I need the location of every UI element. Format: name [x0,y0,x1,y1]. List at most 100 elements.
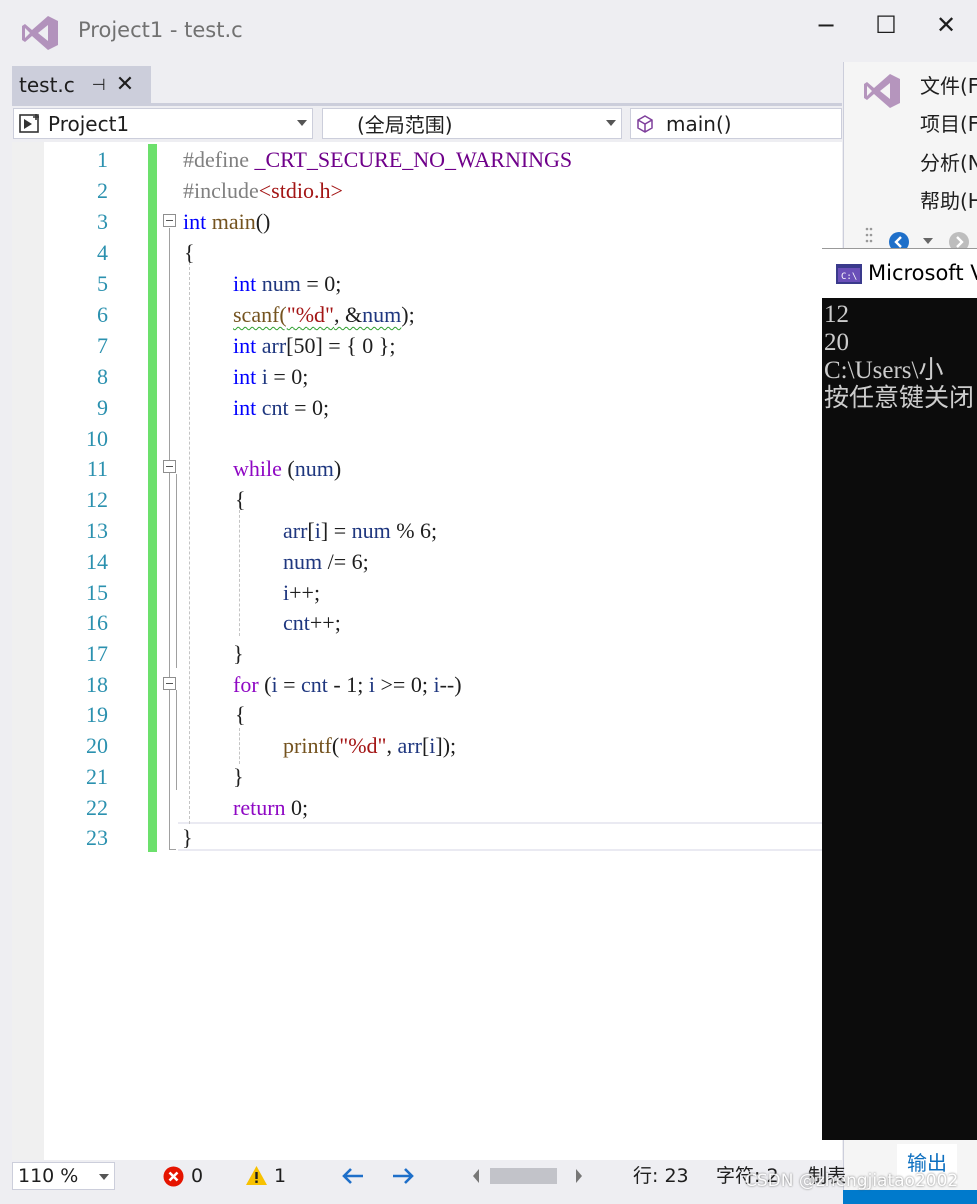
collapse-main-icon[interactable] [163,214,176,227]
line-position: 行: 23 [633,1165,689,1187]
line-number: 8 [97,364,108,389]
scope-dropdown[interactable]: (全局范围) [322,108,622,139]
project-dropdown[interactable]: Project1 [13,108,313,139]
indent-guide [239,510,240,636]
status-bar-accent [843,1190,977,1204]
console-title: Microsoft V [868,261,977,285]
close-tab-icon[interactable]: ✕ [116,72,134,97]
code-line-5: int num = 0; [233,271,342,296]
line-number: 12 [86,487,108,512]
code-line-8: int i = 0; [233,364,309,389]
line-number: 18 [86,672,108,697]
glyph-margin[interactable] [12,142,44,1160]
code-line-20: printf("%d", arr[i]); [283,733,457,758]
zoom-dropdown[interactable]: 110 % [12,1162,115,1190]
line-number: 17 [86,641,108,666]
minimize-button[interactable]: − [796,8,856,42]
member-label: main() [666,111,732,136]
document-tab-test-c[interactable]: test.c ⊣ ✕ [12,66,151,103]
line-number: 7 [97,333,108,358]
member-dropdown[interactable]: main() [630,108,842,139]
code-line-2: #include<stdio.h> [183,178,343,203]
scroll-left-icon[interactable] [471,1168,481,1184]
line-number: 2 [97,178,108,203]
line-number: 15 [86,580,108,605]
window-title: Project1 - test.c [78,18,243,42]
line-number: 21 [86,764,108,789]
code-line-22: return 0; [233,795,309,820]
warning-icon[interactable] [245,1165,268,1186]
line-number: 6 [97,302,108,327]
line-number: 14 [86,549,108,574]
visual-studio-logo-icon [864,74,900,108]
code-line-18: for (i = cnt - 1; i >= 0; i--) [233,672,462,697]
line-number: 5 [97,271,108,296]
toolbar-grip-icon [865,227,873,243]
dropdown-arrow-icon [297,120,307,126]
line-number: 3 [97,209,108,234]
outline-bracket-end [169,849,176,850]
dropdown-arrow-icon [99,1174,109,1180]
code-editor[interactable] [12,142,842,1160]
code-line-11: while (num) [233,456,342,481]
code-line-3: int main() [183,209,271,234]
code-line-17: } [233,641,244,666]
collapse-for-icon[interactable] [163,677,176,690]
pin-tab-icon[interactable]: ⊣ [92,75,106,94]
indent-guide [189,262,190,824]
menu-analyze[interactable]: 分析(N [920,147,977,176]
code-line-13: arr[i] = num % 6; [283,518,438,543]
change-tracking-bar [148,144,157,852]
line-number: 19 [86,702,108,727]
code-line-1: #define _CRT_SECURE_NO_WARNINGS [183,147,573,172]
scope-label: (全局范围) [357,113,453,137]
svg-text:C:\: C:\ [841,272,857,282]
code-line-15: i++; [283,580,321,605]
warning-count[interactable]: 1 [274,1164,286,1188]
menu-file[interactable]: 文件(F [920,70,977,99]
error-icon[interactable] [163,1166,184,1187]
zoom-level: 110 % [18,1165,79,1187]
code-line-7: int arr[50] = { 0 }; [233,333,396,358]
scroll-right-icon[interactable] [574,1168,584,1184]
close-window-button[interactable]: ✕ [916,8,976,42]
code-line-4: { [184,240,195,265]
watermark-text: CSDN @zhengjiatao2002 [745,1171,959,1191]
document-tab-label: test.c [19,72,75,97]
console-output-line: C:\Users\小 [824,357,944,384]
line-number: 10 [86,426,108,451]
line-number: 9 [97,395,108,420]
visual-studio-logo-icon [22,16,58,50]
line-number: 11 [86,456,108,481]
dropdown-arrow-icon[interactable] [922,236,934,246]
navigate-forward-icon[interactable] [391,1167,415,1185]
current-line-highlight [178,822,842,851]
code-line-12: { [235,487,246,512]
outline-bracket-while [176,474,177,668]
code-line-21: } [233,764,244,789]
console-output-line: 按任意键关闭 [824,385,975,412]
outline-bracket-line [169,228,170,850]
navigate-backward-icon[interactable] [341,1167,365,1185]
collapse-while-icon[interactable] [163,460,176,473]
line-number: 22 [86,795,108,820]
maximize-button[interactable]: ☐ [856,8,916,42]
code-line-23: } [182,825,193,850]
horizontal-scrollbar-thumb[interactable] [490,1168,557,1184]
code-line-16: cnt++; [283,610,341,635]
console-output-line: 12 [824,301,849,328]
code-line-14: num /= 6; [283,549,369,574]
line-number: 1 [97,147,108,172]
outline-bracket-for [176,690,177,790]
dropdown-arrow-icon [606,120,616,126]
menu-project[interactable]: 项目(F [920,108,977,137]
code-line-6: scanf("%d", &num); [233,302,415,327]
error-count[interactable]: 0 [191,1164,203,1188]
console-app-icon: C:\ [836,264,862,284]
menu-help[interactable]: 帮助(H [920,185,977,214]
line-number: 16 [86,610,108,635]
indent-guide [239,728,240,764]
code-line-9: int cnt = 0; [233,395,330,420]
line-number: 20 [86,733,108,758]
project-icon [19,113,39,133]
